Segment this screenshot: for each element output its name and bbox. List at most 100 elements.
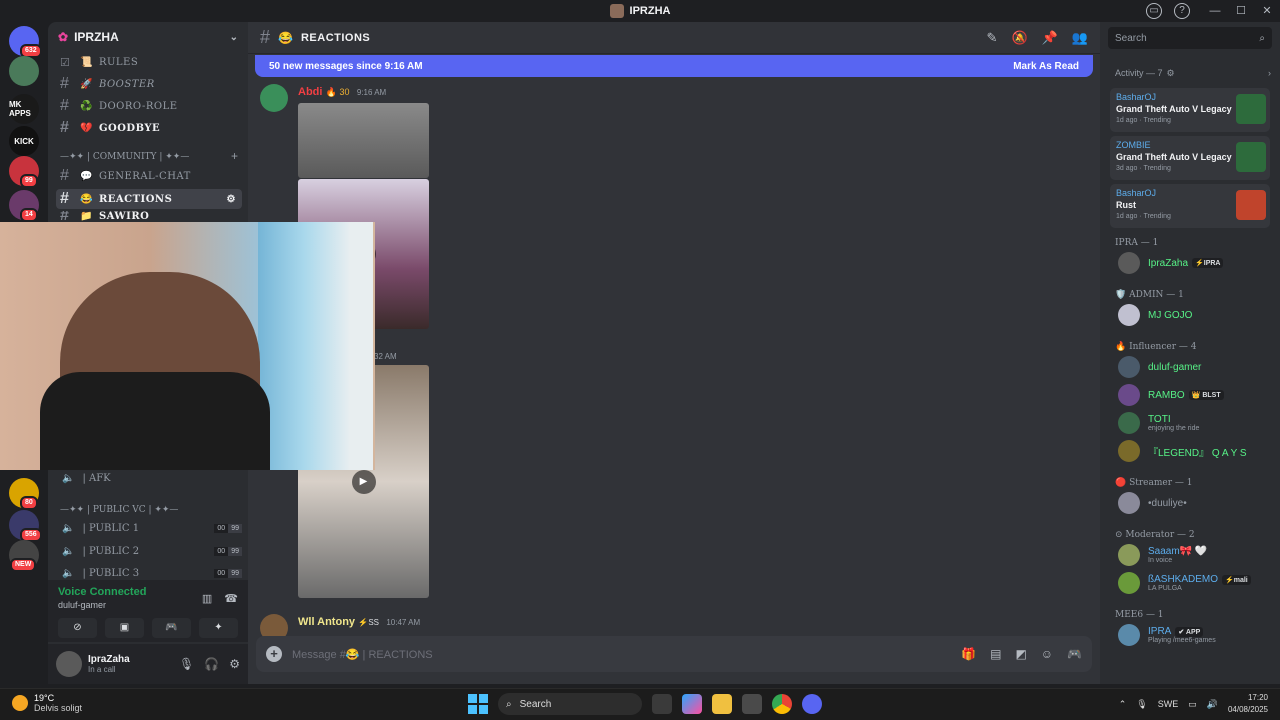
add-channel-icon[interactable]: + [231,149,238,163]
avatar[interactable] [1118,572,1140,594]
member-row[interactable]: ßASHKADEMO ⚡mali LA PULGA [1118,572,1274,594]
avatar[interactable] [1118,384,1140,406]
task-view-icon[interactable] [652,694,672,714]
voice-channel-afk[interactable]: 🔈 | AFK [56,468,242,488]
avatar[interactable] [1118,356,1140,378]
voice-status[interactable]: Voice Connected [58,586,146,598]
member-row[interactable]: Saaam🎀 🤍 In voice [1118,544,1274,566]
avatar[interactable] [1118,440,1140,462]
store-icon[interactable] [742,694,762,714]
headphones-icon[interactable]: 🎧 [204,657,219,671]
member-row[interactable]: IPRA ✔ APP Playing /mee6-games [1118,624,1274,646]
voice-channel-name[interactable]: duluf-gamer [58,600,146,610]
taskbar-search[interactable]: ⌕ Search [498,693,642,715]
members-icon[interactable]: 👥 [1072,30,1088,46]
member-row[interactable]: 『LEGEND』 Q A Y S [1118,440,1274,462]
channel-booster[interactable]: # 🚀 BOOSTER [56,74,242,94]
channel-reactions[interactable]: # 😂 REACTIONS ⚙ [56,189,242,209]
threads-icon[interactable]: ✎ [987,30,998,46]
chevron-up-icon[interactable]: ⌃ [1119,699,1127,710]
emoji-icon[interactable]: ☺ [1041,647,1053,661]
activity-card[interactable]: BasharOJ Grand Theft Auto V Legacy 1d ago … [1110,88,1270,132]
activity-card[interactable]: ZOMBIE Grand Theft Auto V Legacy 3d ago · … [1110,136,1270,180]
inbox-icon[interactable]: ▭ [1146,3,1162,19]
message-author[interactable]: Wll Antony [298,616,355,628]
voice-channel-public-2[interactable]: 🔈 | PUBLIC 2 00 99 [56,541,242,561]
avatar[interactable] [56,651,82,677]
gear-icon[interactable]: ⚙ [1167,68,1175,79]
member-row[interactable]: IpraZaha ⚡IPRA [1118,252,1274,274]
curtain [258,222,373,470]
member-row[interactable]: •duuliye• [1118,492,1274,514]
member-row[interactable]: duluf-gamer [1118,356,1274,378]
disconnect-icon[interactable]: ☎ [224,592,238,605]
windows-start-icon[interactable] [468,694,488,714]
avatar[interactable] [1118,492,1140,514]
discord-icon[interactable] [802,694,822,714]
avatar[interactable] [1118,304,1140,326]
copilot-icon[interactable] [682,694,702,714]
channel-sawiro[interactable]: # 📁 SAWIRO [56,211,242,221]
clock[interactable]: 17:20 04/08/2025 [1228,692,1268,716]
member-row[interactable]: MJ GOJO [1118,304,1274,326]
activity-card[interactable]: BasharOJ Rust 1d ago · Trending [1110,184,1270,228]
avatar[interactable] [1118,412,1140,434]
sticker-icon[interactable]: ◩ [1015,647,1026,661]
maximize-button[interactable]: ☐ [1228,0,1254,22]
camera-off-button[interactable]: ⊘ [58,618,97,638]
mic-icon[interactable]: 🎙 [179,657,194,671]
weather-widget[interactable]: 19°C Delvis soligt [12,693,82,713]
community-category[interactable]: —✦✦ | COMMUNITY | ✦✦— [60,152,189,162]
message-input[interactable]: Message #😂 | REACTIONS [292,648,433,661]
channel-general-chat[interactable]: # 💬 GENERAL-CHAT [56,166,242,186]
settings-icon[interactable]: ⚙ [229,657,240,671]
mark-as-read-button[interactable]: Mark As Read [1013,61,1079,72]
server-header[interactable]: ✿ IPRZHA ⌄ [48,22,248,52]
minimize-button[interactable]: — [1202,0,1228,22]
message-composer[interactable]: + Message #😂 | REACTIONS 🎁 ▤ ◩ ☺ 🎮 [256,636,1092,672]
screen-share-button[interactable]: ▣ [105,618,144,638]
pin-icon[interactable]: 📌 [1042,30,1058,46]
avatar[interactable] [1118,252,1140,274]
channel-dooro-role[interactable]: # ♻️ DOORO-ROLE [56,96,242,116]
soundboard-button[interactable]: ✦ [199,618,238,638]
gift-icon[interactable]: 🎁 [961,647,976,661]
member-row[interactable]: TOTI enjoying the ride [1118,412,1274,434]
settings-icon[interactable]: ⚙ [227,194,236,205]
avatar[interactable] [1118,544,1140,566]
help-icon[interactable]: ? [1174,3,1190,19]
voice-channel-public-1[interactable]: 🔈 | PUBLIC 1 00 99 [56,518,242,538]
notifications-icon[interactable]: 🔕 [1011,30,1027,46]
gif-icon[interactable]: ▤ [990,647,1001,661]
attach-plus-icon[interactable]: + [266,646,282,662]
user-flair: ⚡SS [358,618,380,627]
member-status: enjoying the ride [1148,425,1200,432]
volume-icon[interactable]: 🔊 [1207,699,1218,710]
activity-button[interactable]: 🎮 [152,618,191,638]
file-explorer-icon[interactable] [712,694,732,714]
close-button[interactable]: ✕ [1254,0,1280,22]
member-row[interactable]: RAMBO 👑 BLST [1118,384,1274,406]
server-icon[interactable] [9,56,39,86]
server-icon[interactable]: KICK [9,126,39,156]
chrome-icon[interactable] [772,694,792,714]
network-icon[interactable]: ▭ [1188,699,1197,710]
public-vc-category[interactable]: —✦✦ | PUBLIC VC | ✦✦— [60,505,178,515]
new-messages-banner[interactable]: 50 new messages since 9:16 AM Mark As Re… [255,55,1093,77]
activity-header[interactable]: Activity — 7 ⚙ › [1115,68,1271,79]
play-icon[interactable]: ▶ [351,469,376,494]
avatar[interactable] [1118,624,1140,646]
apps-icon[interactable]: 🎮 [1067,647,1082,661]
search-input[interactable]: Search ⌕ [1108,27,1272,49]
language-indicator[interactable]: SWE [1158,699,1179,709]
avatar[interactable] [260,84,288,112]
chevron-right-icon[interactable]: › [1268,68,1271,79]
noise-suppression-icon[interactable]: ▥ [202,592,212,605]
message-author[interactable]: Abdi [298,86,322,98]
server-icon[interactable]: MK APPS [9,94,39,124]
mic-icon[interactable]: 🎙 [1136,699,1147,710]
image-attachment[interactable] [298,103,429,178]
member-name: Saaam🎀 🤍 [1148,546,1208,557]
channel-goodbye[interactable]: # 💔 GOODBYE [56,118,242,138]
channel-rules[interactable]: ☑ 📜 RULES [56,52,242,72]
